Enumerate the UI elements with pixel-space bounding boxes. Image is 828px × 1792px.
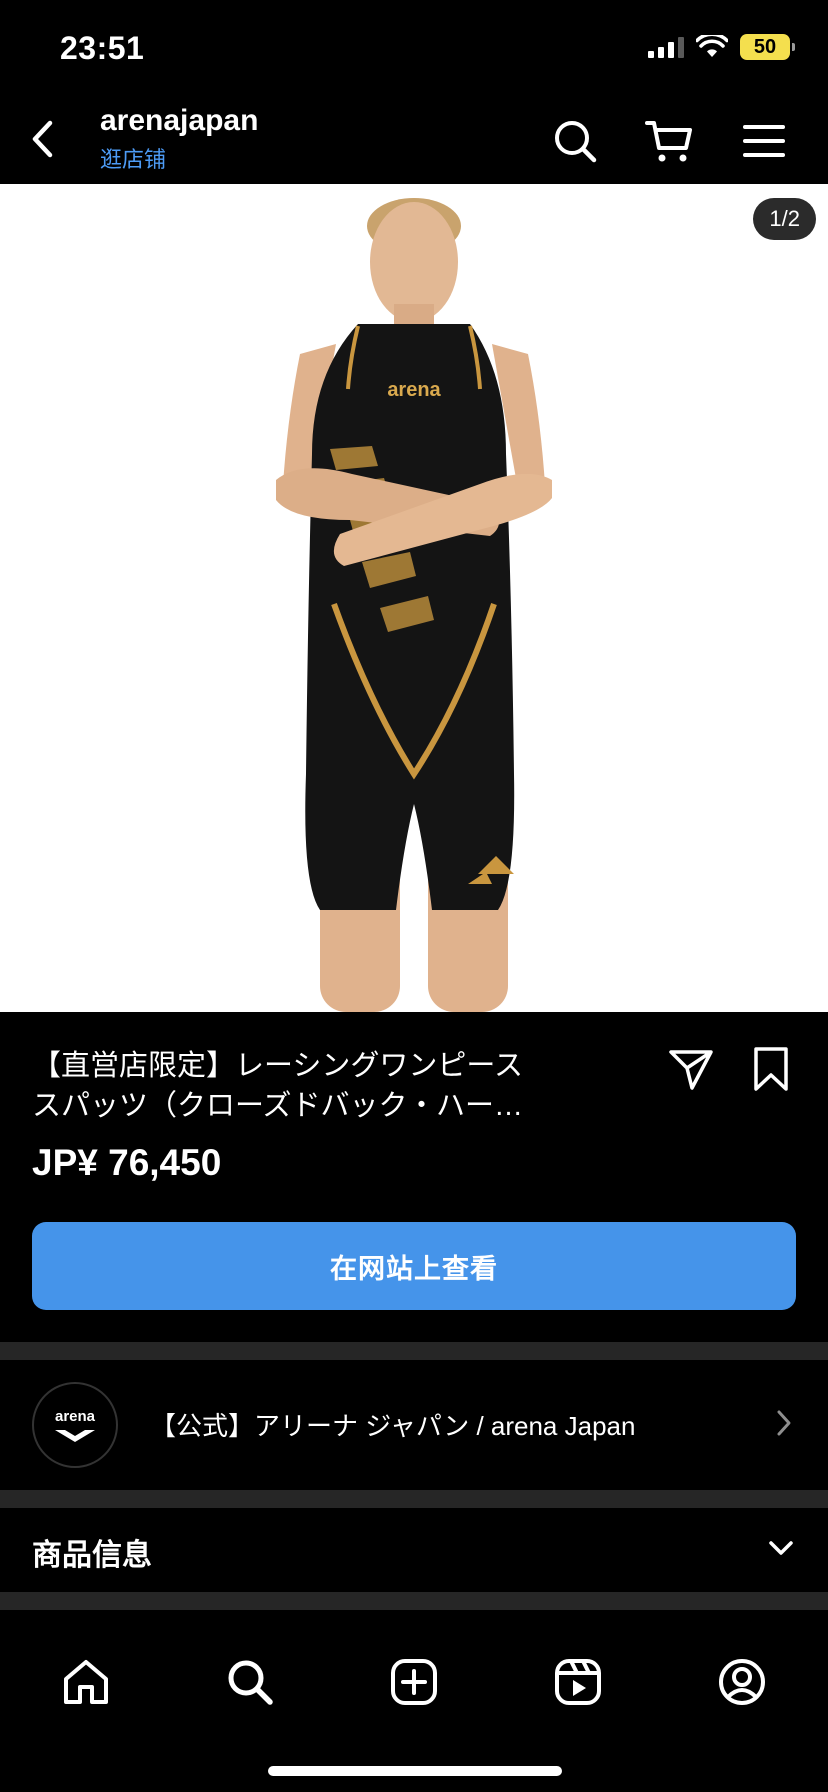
bottom-tab-bar (0, 1610, 828, 1792)
menu-button[interactable] (737, 114, 791, 168)
status-time: 23:51 (60, 30, 145, 66)
image-counter: 1/2 (753, 198, 816, 240)
send-icon (669, 1050, 713, 1090)
top-nav: arenajapan 逛店铺 (0, 96, 828, 184)
status-icons: 50 (648, 34, 795, 60)
bookmark-icon (754, 1047, 788, 1091)
swimsuit-model-photo: arena (0, 184, 828, 1012)
reels-icon (555, 1659, 601, 1705)
arena-diamond-logo-icon (55, 1429, 95, 1442)
chevron-right-icon (777, 1410, 791, 1436)
cellular-signal-icon (648, 36, 684, 58)
section-divider (0, 1342, 828, 1360)
cart-icon (645, 121, 692, 162)
tab-search[interactable] (220, 1652, 280, 1712)
chevron-down-icon (769, 1541, 793, 1555)
battery-icon: 50 (740, 34, 795, 60)
home-icon (64, 1660, 108, 1704)
product-image[interactable]: arena 1/2 (0, 184, 828, 1012)
tab-reels[interactable] (548, 1652, 608, 1712)
tab-profile[interactable] (712, 1652, 772, 1712)
product-info-toggle[interactable]: 商品信息 (0, 1508, 828, 1592)
view-on-website-button[interactable]: 在网站上查看 (32, 1222, 796, 1310)
section-divider (0, 1490, 828, 1508)
product-title: 【直営店限定】レーシングワンピース スパッツ（クローズドバック・ハー… (32, 1046, 592, 1126)
search-icon (555, 121, 597, 163)
profile-icon (719, 1659, 765, 1705)
section-divider (0, 1592, 828, 1610)
hamburger-menu-icon (743, 125, 785, 157)
shop-name[interactable]: arenajapan (100, 104, 258, 138)
seller-row[interactable]: arena 【公式】アリーナ ジャパン / arena Japan (0, 1360, 828, 1490)
seller-name: 【公式】アリーナ ジャパン / arena Japan (150, 1411, 636, 1441)
visit-shop-link[interactable]: 逛店铺 (100, 142, 166, 174)
product-title-line1: 【直営店限定】レーシングワンピース (32, 1050, 523, 1082)
screen: 23:51 50 arenajapan 逛店铺 arena 1/2 【直営店限定… (0, 0, 828, 1792)
battery-level: 50 (753, 35, 777, 58)
back-button[interactable] (18, 114, 68, 164)
add-post-icon (391, 1659, 437, 1705)
status-bar: 23:51 50 (0, 0, 828, 96)
cart-button[interactable] (642, 114, 696, 168)
home-indicator[interactable] (268, 1766, 562, 1776)
search-icon (228, 1660, 273, 1705)
product-title-line2: スパッツ（クローズドバック・ハー… (32, 1090, 523, 1122)
product-info-label: 商品信息 (32, 1539, 152, 1572)
chevron-left-icon (32, 120, 53, 158)
seller-avatar-logo: arena (54, 1407, 96, 1425)
tab-create[interactable] (384, 1652, 444, 1712)
wifi-icon (696, 35, 728, 57)
save-button[interactable] (744, 1042, 798, 1096)
product-price: JP¥ 76,450 (32, 1142, 222, 1183)
logo-on-suit: arena (387, 379, 441, 401)
search-button[interactable] (548, 114, 602, 168)
seller-avatar: arena (32, 1382, 118, 1468)
tab-home[interactable] (56, 1652, 116, 1712)
share-button[interactable] (664, 1042, 718, 1096)
